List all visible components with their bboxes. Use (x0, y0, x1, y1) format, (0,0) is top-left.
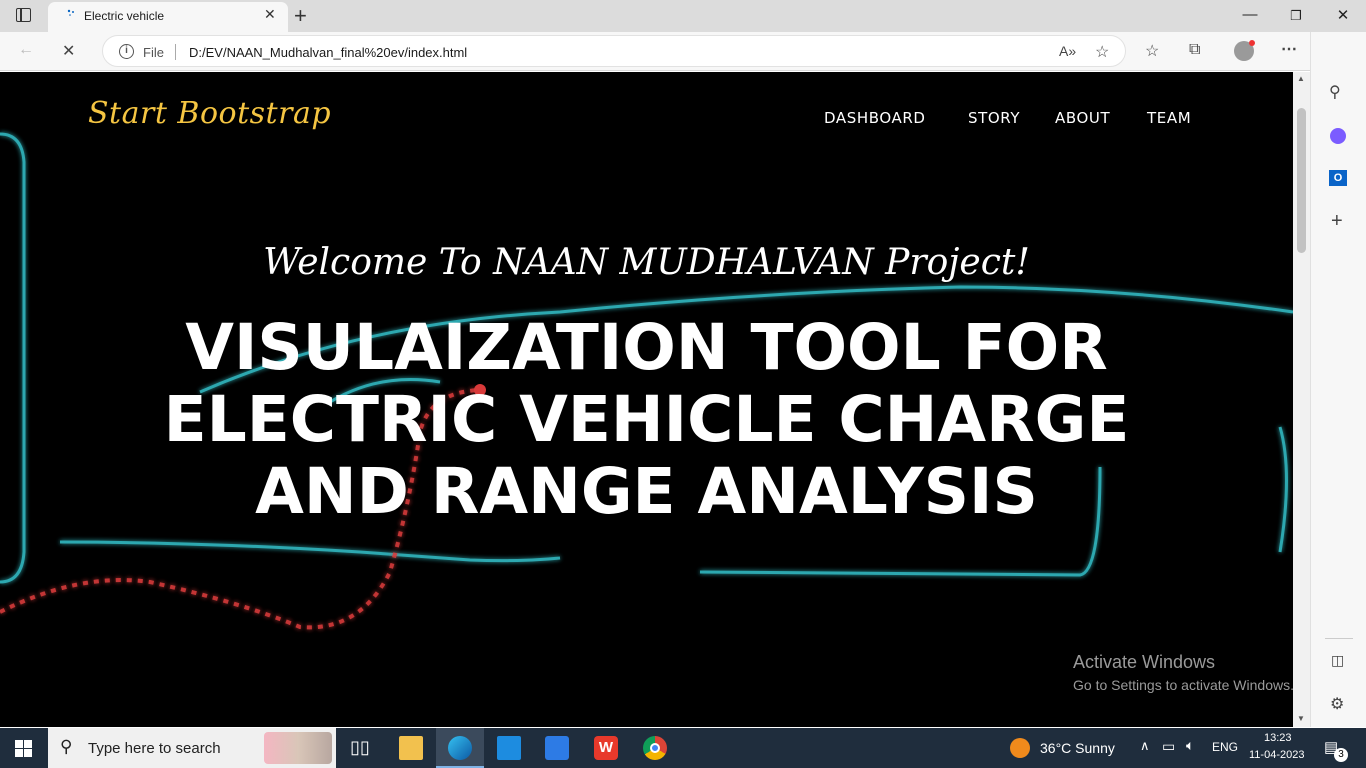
clock-time[interactable]: 13:23 (1264, 732, 1292, 744)
divider (1325, 638, 1353, 639)
scheme-label: File (143, 45, 164, 60)
search-placeholder: Type here to search (88, 740, 221, 757)
weather-sun-icon[interactable] (1010, 738, 1030, 758)
nav-link-dashboard[interactable]: DASHBOARD (824, 109, 926, 127)
notification-count-badge: 3 (1334, 748, 1348, 762)
read-aloud-icon[interactable]: A» (1059, 43, 1076, 59)
activate-windows-title: Activate Windows (1073, 652, 1216, 672)
add-favorite-icon[interactable]: ☆ (1095, 42, 1109, 62)
taskbar-active-app[interactable] (436, 728, 484, 768)
address-field[interactable]: i File D:/EV/NAAN_Mudhalvan_final%20ev/i… (102, 35, 1126, 67)
hero-headline: VISULAIZATION TOOL FOR ELECTRIC VEHICLE … (40, 312, 1253, 528)
scrollbar-thumb[interactable] (1297, 108, 1306, 253)
stop-loading-icon[interactable]: ✕ (62, 41, 75, 61)
search-highlight-image (264, 732, 332, 764)
more-menu-icon[interactable]: ⋯ (1281, 39, 1297, 59)
tab-actions-icon[interactable] (16, 8, 31, 22)
edge-browser-icon (448, 736, 472, 760)
activate-windows-subtitle: Go to Settings to activate Windows. (1073, 677, 1294, 693)
nav-link-story[interactable]: STORY (968, 109, 1020, 127)
close-tab-icon[interactable]: ✕ (264, 6, 276, 23)
task-view-icon[interactable]: ▯▯ (350, 737, 370, 758)
mail-icon[interactable] (497, 736, 521, 760)
headline-line: ELECTRIC VEHICLE CHARGE (163, 383, 1130, 456)
taskbar-search-box[interactable]: ⚲ Type here to search (48, 728, 336, 768)
site-brand[interactable]: Start Bootstrap (88, 96, 331, 131)
network-icon[interactable]: ▭ (1162, 738, 1175, 755)
scroll-down-icon[interactable]: ▼ (1297, 714, 1305, 723)
scroll-up-icon[interactable]: ▲ (1297, 74, 1305, 83)
language-indicator[interactable]: ENG (1212, 740, 1238, 754)
file-explorer-icon[interactable] (399, 736, 423, 760)
chrome-center (650, 743, 660, 753)
windows-start-icon[interactable] (15, 740, 32, 757)
close-window-button[interactable]: ✕ (1333, 6, 1353, 24)
restore-button[interactable]: ❐ (1286, 8, 1306, 24)
weather-text[interactable]: 36°C Sunny (1040, 740, 1115, 756)
tab-bar: Electric vehicle ✕ + — ❐ ✕ (0, 0, 1366, 32)
store-icon[interactable] (545, 736, 569, 760)
add-sidebar-app-icon[interactable]: + (1331, 210, 1343, 233)
clock-date[interactable]: 11-04-2023 (1249, 749, 1304, 761)
headline-line: VISULAIZATION TOOL FOR (185, 311, 1108, 384)
headline-line: AND RANGE ANALYSIS (255, 455, 1038, 528)
web-page: Start Bootstrap DASHBOARD STORY ABOUT TE… (0, 72, 1293, 727)
outlook-icon[interactable]: O (1329, 170, 1347, 186)
volume-icon[interactable]: 🔈︎ (1186, 737, 1194, 754)
back-icon[interactable]: ← (18, 41, 34, 59)
edge-sidebar: ⚲ O + ◫ ⚙ (1310, 32, 1366, 727)
collections-icon[interactable]: ⧉ (1189, 41, 1200, 59)
hide-sidebar-icon[interactable]: ◫ (1331, 652, 1344, 669)
url-text[interactable]: D:/EV/NAAN_Mudhalvan_final%20ev/index.ht… (189, 45, 467, 60)
page-scrollbar[interactable]: ▲ ▼ (1293, 72, 1310, 727)
search-icon: ⚲ (60, 737, 73, 756)
site-info-icon[interactable]: i (119, 44, 134, 59)
nav-link-about[interactable]: ABOUT (1055, 109, 1110, 127)
new-tab-button[interactable]: + (294, 3, 307, 29)
search-icon[interactable]: ⚲ (1329, 82, 1341, 102)
chrome-icon[interactable] (643, 736, 667, 760)
settings-gear-icon[interactable]: ⚙ (1330, 694, 1344, 714)
notification-dot (1249, 40, 1255, 46)
tab-title: Electric vehicle (84, 9, 165, 23)
wps-office-icon[interactable]: W (594, 736, 618, 760)
divider (175, 44, 176, 60)
tab-electric-vehicle[interactable]: Electric vehicle ✕ (48, 2, 288, 32)
favorites-icon[interactable]: ☆ (1145, 41, 1159, 61)
loading-spinner-icon (67, 9, 74, 16)
minimize-button[interactable]: — (1240, 6, 1260, 23)
office-icon[interactable] (1330, 128, 1346, 144)
windows-taskbar: ⚲ Type here to search ▯▯ W 36°C Sunny ∧ … (0, 728, 1366, 768)
nav-link-team[interactable]: TEAM (1147, 109, 1191, 127)
welcome-subheading: Welcome To NAAN MUDHALVAN Project! (263, 242, 1030, 283)
show-hidden-icons-icon[interactable]: ∧ (1140, 738, 1150, 754)
address-toolbar: ← ✕ i File D:/EV/NAAN_Mudhalvan_final%20… (0, 32, 1366, 71)
